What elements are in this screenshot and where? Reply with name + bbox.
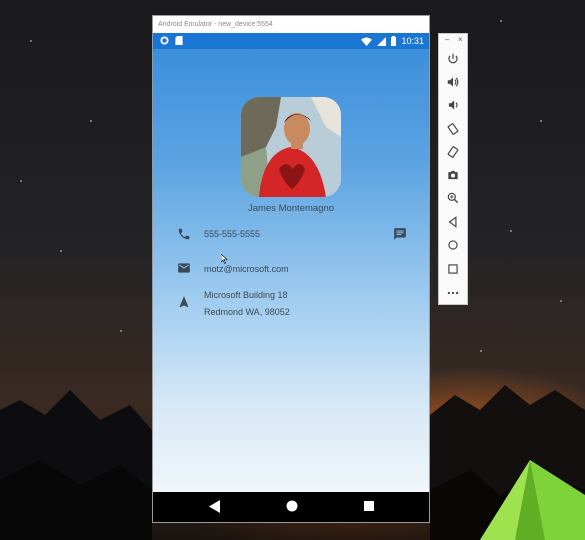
tent-illustration [480, 460, 585, 540]
rotate-right-icon[interactable] [446, 145, 460, 159]
more-icon[interactable] [446, 286, 460, 300]
power-icon[interactable] [446, 52, 460, 66]
message-icon[interactable] [393, 227, 407, 241]
emulator-window: Android Emulator - new_device:5554 10:31… [152, 15, 430, 523]
emulator-toolbar: – × [438, 33, 468, 305]
star [500, 20, 502, 22]
star [560, 300, 562, 302]
volume-down-icon[interactable] [446, 98, 460, 112]
android-nav-bar [153, 492, 429, 522]
star [510, 230, 512, 232]
profile-avatar [241, 97, 341, 197]
camera-icon[interactable] [446, 168, 460, 182]
email-icon[interactable] [177, 261, 191, 275]
contact-detail-page: James Montemagno 555-555-5555 motz@micro… [153, 49, 429, 492]
notification-icon [160, 36, 169, 45]
star [30, 40, 32, 42]
phone-number[interactable]: 555-555-5555 [204, 229, 260, 239]
star [90, 120, 92, 122]
address-line-1[interactable]: Microsoft Building 18 [204, 290, 288, 300]
window-title: Android Emulator - new_device:5554 [153, 16, 429, 33]
phone-screen[interactable]: 10:31 James Montemagno 555-555-5555 motz… [153, 33, 429, 522]
star [540, 120, 542, 122]
signal-icon [377, 36, 387, 46]
rotate-left-icon[interactable] [446, 122, 460, 136]
nav-back-icon[interactable] [209, 500, 220, 513]
contact-name: James Montemagno [247, 203, 335, 214]
nav-home-icon[interactable] [286, 500, 298, 512]
navigation-icon[interactable] [177, 295, 191, 309]
close-button[interactable]: × [458, 35, 486, 45]
battery-icon [391, 36, 397, 46]
overview-icon[interactable] [446, 262, 460, 276]
status-bar: 10:31 [153, 33, 429, 49]
wifi-icon [361, 36, 373, 46]
sd-card-icon [175, 36, 183, 45]
zoom-icon[interactable] [446, 191, 460, 205]
star [480, 350, 482, 352]
back-icon[interactable] [446, 215, 460, 229]
address-line-2[interactable]: Redmond WA, 98052 [204, 307, 290, 317]
star [120, 330, 122, 332]
mouse-cursor-icon [221, 254, 228, 264]
nav-overview-icon[interactable] [364, 501, 374, 511]
phone-icon[interactable] [177, 227, 191, 241]
email-address[interactable]: motz@microsoft.com [204, 264, 289, 274]
star [20, 180, 22, 182]
star [60, 250, 62, 252]
volume-up-icon[interactable] [446, 75, 460, 89]
status-time: 10:31 [401, 36, 424, 46]
home-icon[interactable] [446, 238, 460, 252]
